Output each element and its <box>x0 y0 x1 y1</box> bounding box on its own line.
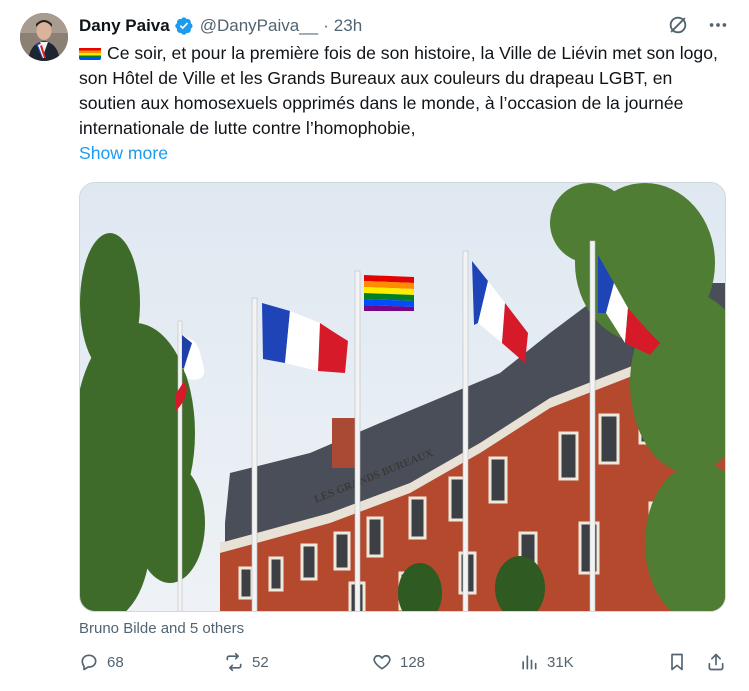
liked-by-text[interactable]: Bruno Bilde and 5 others <box>79 620 244 637</box>
reply-icon <box>79 652 99 672</box>
action-bar: 68 52 128 31K <box>79 652 729 680</box>
reply-count: 68 <box>107 653 124 671</box>
grok-icon[interactable] <box>667 14 689 36</box>
repost-icon <box>224 652 244 672</box>
repost-button[interactable]: 52 <box>224 652 269 672</box>
show-more-link[interactable]: Show more <box>79 143 168 164</box>
reply-button[interactable]: 68 <box>79 652 124 672</box>
views-button[interactable]: 31K <box>519 652 574 672</box>
post-timestamp[interactable]: 23h <box>334 16 362 36</box>
like-count: 128 <box>400 653 426 671</box>
tweet-text: Ce soir, et pour la première fois de son… <box>79 41 731 141</box>
views-count: 31K <box>547 653 574 671</box>
top-actions <box>667 14 729 36</box>
bookmark-button[interactable] <box>667 652 687 672</box>
more-icon[interactable] <box>707 14 729 36</box>
verified-badge-icon[interactable] <box>174 16 194 36</box>
like-button[interactable]: 128 <box>372 652 425 672</box>
author-handle[interactable]: @DanyPaiva__ <box>200 16 318 36</box>
views-icon <box>519 652 539 672</box>
share-button[interactable] <box>706 652 726 672</box>
tweet-header: Dany Paiva @DanyPaiva__ · 23h <box>79 14 362 38</box>
bookmark-icon <box>667 652 687 672</box>
tweet-photo[interactable]: LES GRANDS BUREAUX <box>79 182 726 612</box>
share-icon <box>706 652 726 672</box>
heart-icon <box>372 652 392 672</box>
author-name[interactable]: Dany Paiva <box>79 16 170 36</box>
repost-count: 52 <box>252 653 269 671</box>
tweet-body: Ce soir, et pour la première fois de son… <box>79 43 723 138</box>
rainbow-flag-emoji <box>79 45 101 60</box>
avatar[interactable] <box>20 13 68 61</box>
separator-dot: · <box>323 16 329 35</box>
